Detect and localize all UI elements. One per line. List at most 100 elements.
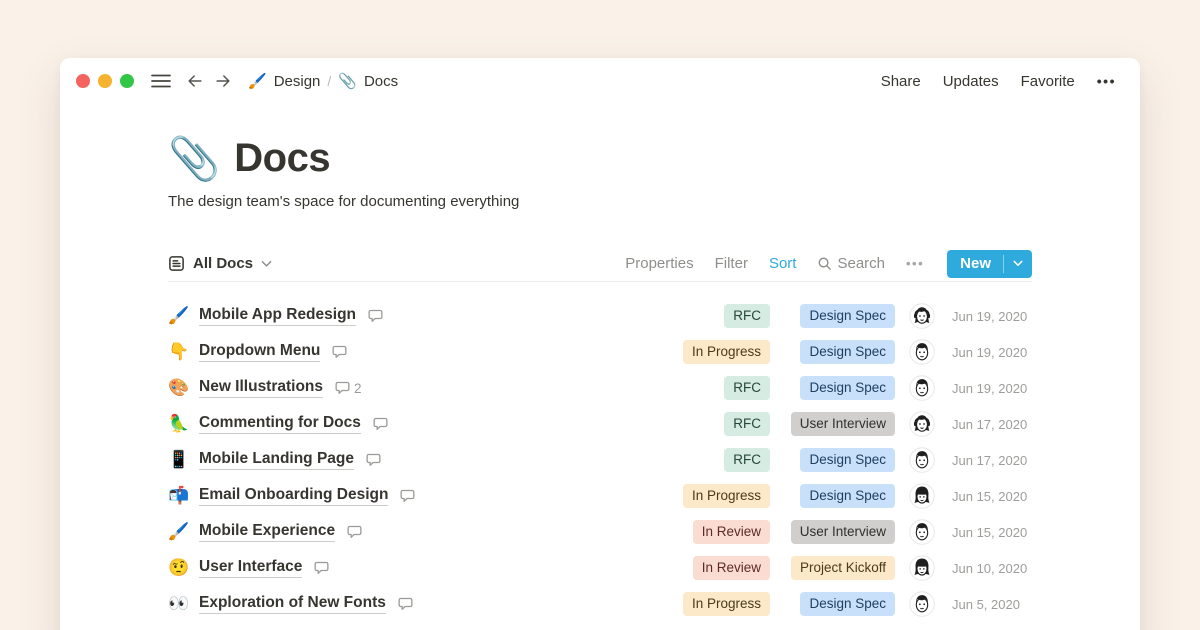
status-tag[interactable]: RFC: [724, 304, 770, 328]
type-tag[interactable]: Project Kickoff: [791, 556, 895, 580]
page-subtitle[interactable]: The design team's space for documenting …: [168, 193, 1032, 210]
status-tag[interactable]: In Progress: [683, 592, 770, 616]
doc-link[interactable]: 👀 Exploration of New Fonts: [168, 594, 650, 614]
view-switcher[interactable]: All Docs: [168, 255, 272, 272]
status-tag[interactable]: RFC: [724, 412, 770, 436]
type-tag[interactable]: Design Spec: [800, 376, 895, 400]
new-button-label[interactable]: New: [947, 250, 1003, 278]
comment-count-badge[interactable]: [332, 345, 351, 359]
doc-link[interactable]: 📱 Mobile Landing Page: [168, 450, 650, 470]
avatar-cell: [907, 375, 937, 401]
avatar[interactable]: [909, 519, 935, 545]
doc-title[interactable]: Mobile App Redesign: [199, 306, 356, 326]
comment-count-badge[interactable]: [373, 417, 392, 431]
type-tag[interactable]: Design Spec: [800, 304, 895, 328]
status-tag[interactable]: In Review: [693, 520, 770, 544]
comment-count-badge[interactable]: [366, 453, 385, 467]
doc-date: Jun 19, 2020: [952, 345, 1032, 360]
comment-count-badge[interactable]: [314, 561, 333, 575]
doc-title[interactable]: User Interface: [199, 558, 302, 578]
type-cell: Design Spec: [783, 340, 895, 364]
avatar[interactable]: [909, 483, 935, 509]
status-tag[interactable]: In Progress: [683, 340, 770, 364]
page-paperclip-icon[interactable]: 📎: [168, 138, 220, 180]
table-row: 🖌️ Mobile App Redesign RFC Design Spec J…: [168, 298, 1032, 334]
doc-link[interactable]: 👇 Dropdown Menu: [168, 342, 650, 362]
breadcrumb-separator: /: [327, 73, 331, 89]
doc-emoji-icon: 📱: [168, 450, 190, 470]
comment-count-badge[interactable]: [368, 309, 387, 323]
sort-button[interactable]: Sort: [769, 255, 797, 272]
properties-button[interactable]: Properties: [625, 255, 693, 272]
doc-date: Jun 19, 2020: [952, 381, 1032, 396]
status-cell: RFC: [650, 412, 770, 436]
status-tag[interactable]: RFC: [724, 376, 770, 400]
type-tag[interactable]: Design Spec: [800, 340, 895, 364]
toolbar-more-icon[interactable]: •••: [906, 256, 924, 271]
doc-title[interactable]: New Illustrations: [199, 378, 323, 398]
type-tag[interactable]: Design Spec: [800, 592, 895, 616]
all-docs-page-icon: [168, 255, 185, 272]
avatar[interactable]: [909, 447, 935, 473]
doc-link[interactable]: 🖌️ Mobile App Redesign: [168, 306, 650, 326]
avatar[interactable]: [909, 375, 935, 401]
status-tag[interactable]: In Progress: [683, 484, 770, 508]
doc-date: Jun 17, 2020: [952, 417, 1032, 432]
type-cell: Design Spec: [783, 304, 895, 328]
doc-title[interactable]: Dropdown Menu: [199, 342, 320, 362]
avatar[interactable]: [909, 303, 935, 329]
doc-link[interactable]: 🖌️ Mobile Experience: [168, 522, 650, 542]
doc-date: Jun 15, 2020: [952, 525, 1032, 540]
doc-title[interactable]: Mobile Landing Page: [199, 450, 354, 470]
type-cell: Design Spec: [783, 592, 895, 616]
forward-arrow-icon[interactable]: [210, 68, 236, 94]
avatar[interactable]: [909, 555, 935, 581]
new-button-chevron-icon[interactable]: [1004, 250, 1032, 278]
breadcrumb-parent[interactable]: Design: [274, 73, 321, 90]
doc-link[interactable]: 🦜 Commenting for Docs: [168, 414, 650, 434]
comment-bubble-icon: [373, 417, 388, 431]
filter-button[interactable]: Filter: [715, 255, 748, 272]
type-tag[interactable]: Design Spec: [800, 448, 895, 472]
doc-link[interactable]: 🤨 User Interface: [168, 558, 650, 578]
minimize-window-button[interactable]: [98, 74, 112, 88]
back-arrow-icon[interactable]: [182, 68, 208, 94]
type-tag[interactable]: User Interview: [791, 412, 895, 436]
comment-count-badge[interactable]: [398, 597, 417, 611]
comment-count-badge[interactable]: 2: [335, 381, 362, 396]
comment-count-badge[interactable]: [347, 525, 366, 539]
table-row: 🖌️ Mobile Experience In Review User Inte…: [168, 514, 1032, 550]
breadcrumb-page[interactable]: Docs: [364, 73, 398, 90]
close-window-button[interactable]: [76, 74, 90, 88]
zoom-window-button[interactable]: [120, 74, 134, 88]
more-menu-icon[interactable]: •••: [1097, 73, 1116, 89]
table-row: 👀 Exploration of New Fonts In Progress D…: [168, 586, 1032, 622]
updates-button[interactable]: Updates: [943, 73, 999, 90]
avatar[interactable]: [909, 339, 935, 365]
doc-link[interactable]: 📬 Email Onboarding Design: [168, 486, 650, 506]
view-name: All Docs: [193, 255, 253, 272]
avatar[interactable]: [909, 591, 935, 617]
comment-count-badge[interactable]: [400, 489, 419, 503]
favorite-button[interactable]: Favorite: [1021, 73, 1075, 90]
new-button[interactable]: New: [947, 250, 1032, 278]
doc-link[interactable]: 🎨 New Illustrations 2: [168, 378, 650, 398]
share-button[interactable]: Share: [881, 73, 921, 90]
status-tag[interactable]: RFC: [724, 448, 770, 472]
type-tag[interactable]: User Interview: [791, 520, 895, 544]
doc-emoji-icon: 👇: [168, 342, 190, 362]
avatar[interactable]: [909, 411, 935, 437]
avatar-cell: [907, 555, 937, 581]
doc-title[interactable]: Commenting for Docs: [199, 414, 361, 434]
type-tag[interactable]: Design Spec: [800, 484, 895, 508]
doc-title[interactable]: Email Onboarding Design: [199, 486, 388, 506]
doc-title[interactable]: Mobile Experience: [199, 522, 335, 542]
search-button[interactable]: Search: [817, 255, 885, 272]
sidebar-menu-icon[interactable]: [148, 68, 174, 94]
doc-emoji-icon: 🖌️: [168, 522, 190, 542]
doc-emoji-icon: 🦜: [168, 414, 190, 434]
comment-bubble-icon: [314, 561, 329, 575]
page-title[interactable]: Docs: [234, 136, 330, 181]
doc-title[interactable]: Exploration of New Fonts: [199, 594, 386, 614]
status-tag[interactable]: In Review: [693, 556, 770, 580]
